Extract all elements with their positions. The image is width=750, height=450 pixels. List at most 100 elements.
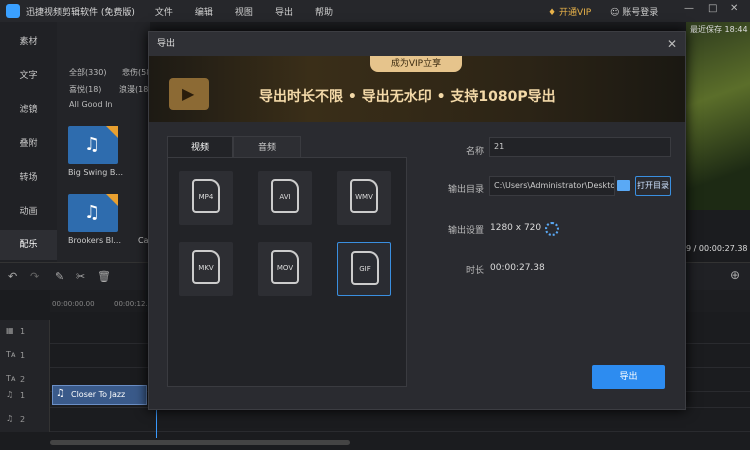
dir-input[interactable]: C:\Users\Administrator\Desktop\ xyxy=(489,176,615,196)
camera-icon: ▶ xyxy=(169,78,209,110)
file-icon: MKV xyxy=(192,250,220,284)
track-number: 1 xyxy=(20,327,26,336)
file-icon: MOV xyxy=(271,250,299,284)
zoom-in-icon[interactable]: ⊕ xyxy=(730,268,740,282)
menu-help[interactable]: 帮助 xyxy=(315,5,333,18)
format-label: MKV xyxy=(198,264,214,272)
sidebar-item-overlay[interactable]: 叠附 xyxy=(0,136,57,149)
folder-icon[interactable] xyxy=(617,180,630,191)
export-button[interactable]: 导出 xyxy=(592,365,665,389)
maximize-icon[interactable]: □ xyxy=(708,3,717,14)
format-label: MP4 xyxy=(198,193,214,201)
name-input[interactable]: 21 xyxy=(489,137,671,157)
menu-export[interactable]: 导出 xyxy=(275,5,293,18)
sidebar: 素材 文字 滤镜 叠附 转场 动画 配乐 xyxy=(0,22,57,262)
file-icon: MP4 xyxy=(192,179,220,213)
music-track-icon: ♫ xyxy=(6,390,14,399)
sidebar-item-animation[interactable]: 动画 xyxy=(0,204,57,217)
audio-clip[interactable]: Closer To Jazz xyxy=(52,385,147,405)
music-title: Big Swing B... xyxy=(68,168,123,177)
delete-icon[interactable]: 🗑 xyxy=(97,270,111,283)
clip-music-icon: ♫ xyxy=(56,388,65,399)
menu-bar: 文件 编辑 视图 导出 帮助 xyxy=(155,5,355,18)
download-badge-icon xyxy=(106,126,118,138)
file-icon: AVI xyxy=(271,179,299,213)
banner-text: 导出时长不限 • 导出无水印 • 支持1080P导出 xyxy=(259,89,556,105)
dir-label: 输出目录 xyxy=(447,185,484,195)
track-number: 2 xyxy=(20,415,26,424)
sidebar-item-transition[interactable]: 转场 xyxy=(0,170,57,183)
music-track-icon: ♫ xyxy=(6,414,14,423)
undo-icon[interactable]: ↶ xyxy=(8,270,17,283)
format-mkv[interactable]: MKV xyxy=(179,242,233,296)
tab-audio[interactable]: 音频 xyxy=(233,136,301,158)
music-note-icon: ♫ xyxy=(84,202,101,223)
tab-video[interactable]: 视频 xyxy=(167,136,233,158)
edit-icon[interactable]: ✎ xyxy=(55,270,64,283)
gear-icon[interactable] xyxy=(545,222,559,236)
format-label: MOV xyxy=(276,264,294,272)
settings-value: 1280 x 720 xyxy=(490,223,542,233)
filter-all[interactable]: 全部(330) xyxy=(69,67,107,78)
download-badge-icon xyxy=(106,194,118,206)
sidebar-item-filter[interactable]: 滤镜 xyxy=(0,102,57,115)
track-header: ♫ 2 xyxy=(0,408,50,432)
dialog-header: 导出 ✕ xyxy=(149,32,685,56)
autosave-status: 最近保存 18:44 xyxy=(690,25,748,34)
timeline-scrollbar[interactable] xyxy=(50,440,350,445)
file-icon: WMV xyxy=(350,179,378,213)
text-track-icon: Tᴀ xyxy=(6,350,16,359)
redo-icon[interactable]: ↷ xyxy=(30,270,39,283)
track-header: ▦ 1 xyxy=(0,320,50,344)
export-dialog: 导出 ✕ 成为VIP立享 ▶ 导出时长不限 • 导出无水印 • 支持1080P导… xyxy=(148,31,686,410)
title-bar: 迅捷视频剪辑软件 (免费版) 文件 编辑 视图 导出 帮助 ♦ 开通VIP ☺ … xyxy=(0,0,750,22)
ruler-start: 00:00:00.00 xyxy=(52,300,95,308)
music-note-icon: ♫ xyxy=(84,134,101,155)
close-icon[interactable]: ✕ xyxy=(730,3,738,14)
login-button[interactable]: ☺ 账号登录 xyxy=(610,5,658,18)
menu-file[interactable]: 文件 xyxy=(155,5,173,18)
filter-romance[interactable]: 浪漫(18 xyxy=(119,84,148,95)
audio-track: ♫ 2 xyxy=(0,408,750,432)
track-number: 2 xyxy=(20,375,26,384)
vip-button[interactable]: ♦ 开通VIP xyxy=(548,5,591,18)
settings-label: 输出设置 xyxy=(447,226,484,236)
text-track-icon: Tᴀ xyxy=(6,374,16,383)
music-thumb[interactable]: ♫ xyxy=(68,126,118,164)
filter-sad[interactable]: 悲伤(58 xyxy=(122,67,151,78)
dialog-title: 导出 xyxy=(157,39,176,49)
vip-label: 开通VIP xyxy=(558,8,592,18)
sidebar-item-music[interactable]: 配乐 xyxy=(0,230,57,260)
format-avi[interactable]: AVI xyxy=(258,171,312,225)
minimize-icon[interactable]: — xyxy=(684,3,694,14)
track-header: ♫ 1 xyxy=(0,384,50,408)
file-icon: GIF xyxy=(351,251,379,285)
format-mov[interactable]: MOV xyxy=(258,242,312,296)
banner-tag: 成为VIP立享 xyxy=(370,56,462,72)
menu-view[interactable]: 视图 xyxy=(235,5,253,18)
video-track-icon: ▦ xyxy=(6,326,14,335)
format-gif[interactable]: GIF xyxy=(337,242,391,296)
music-title-peek: Ca xyxy=(138,236,149,245)
cut-icon[interactable]: ✂ xyxy=(76,270,85,283)
ruler-mark: 00:00:12. xyxy=(114,300,148,308)
name-label: 名称 xyxy=(465,147,484,157)
dialog-close-icon[interactable]: ✕ xyxy=(667,32,677,56)
preview-timecode: 9 / 00:00:27.38 xyxy=(686,244,748,253)
sidebar-item-text[interactable]: 文字 xyxy=(0,68,57,81)
open-dir-button[interactable]: 打开目录 xyxy=(635,176,671,196)
format-wmv[interactable]: WMV xyxy=(337,171,391,225)
filter-joy[interactable]: 喜悦(18) xyxy=(69,84,101,95)
vip-banner[interactable]: 成为VIP立享 ▶ 导出时长不限 • 导出无水印 • 支持1080P导出 xyxy=(149,56,685,122)
sidebar-item-media[interactable]: 素材 xyxy=(0,34,57,47)
duration-label: 时长 xyxy=(465,266,484,276)
format-label: AVI xyxy=(279,193,291,201)
format-mp4[interactable]: MP4 xyxy=(179,171,233,225)
music-thumb[interactable]: ♫ xyxy=(68,194,118,232)
menu-edit[interactable]: 编辑 xyxy=(195,5,213,18)
app-title: 迅捷视频剪辑软件 (免费版) xyxy=(26,7,135,18)
music-title: Brookers Bl... xyxy=(68,236,121,245)
track-header: Tᴀ 1 xyxy=(0,344,50,368)
filter-all-good[interactable]: All Good In xyxy=(69,100,113,109)
track-number: 1 xyxy=(20,351,26,360)
